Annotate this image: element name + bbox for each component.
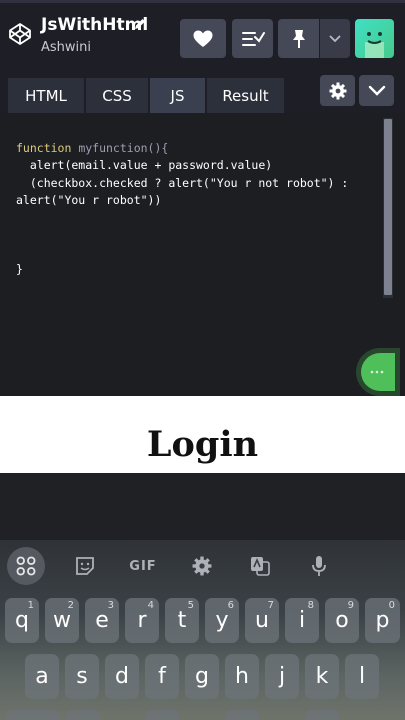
- key-s[interactable]: s: [65, 654, 99, 699]
- key-t[interactable]: t5: [165, 598, 199, 643]
- microphone-icon: [312, 556, 326, 576]
- chevron-down-icon: [368, 85, 385, 96]
- gear-icon: [329, 82, 346, 99]
- floating-menu-button[interactable]: [361, 353, 395, 391]
- sticker-button[interactable]: [66, 547, 104, 585]
- tab-js[interactable]: JS: [150, 78, 206, 113]
- key-k[interactable]: k: [305, 654, 339, 699]
- code-line: alert("You r robot")): [16, 192, 162, 207]
- sticker-icon: [76, 557, 94, 575]
- chevron-down-icon: [329, 34, 341, 42]
- login-heading: Login: [146, 424, 259, 465]
- pencil-icon[interactable]: [133, 17, 147, 31]
- heart-icon: [193, 30, 213, 47]
- key-c[interactable]: [145, 710, 179, 720]
- translate-button[interactable]: [241, 547, 279, 585]
- key-q[interactable]: q1: [5, 598, 39, 643]
- like-button[interactable]: [180, 19, 226, 58]
- code-content[interactable]: function myfunction(){ alert(email.value…: [16, 140, 348, 278]
- code-line: function myfunction(){: [16, 141, 169, 155]
- key-g[interactable]: g: [185, 654, 219, 699]
- key-y[interactable]: y6: [205, 598, 239, 643]
- pin-icon: [292, 29, 305, 48]
- tab-css[interactable]: CSS: [86, 78, 149, 113]
- onscreen-keyboard: GIF q1 w2 e3 r4 t5 y 6 u 7 i 8 o 9 p 0 a…: [0, 540, 405, 720]
- pin-button[interactable]: [278, 19, 319, 58]
- key-e[interactable]: e3: [85, 598, 119, 643]
- key-shift[interactable]: [5, 710, 60, 720]
- key-b[interactable]: [225, 710, 259, 720]
- editor-scrollbar-thumb[interactable]: [384, 119, 392, 295]
- keyboard-settings-button[interactable]: [183, 547, 221, 585]
- avatar[interactable]: [355, 19, 394, 58]
- keyboard-apps-button[interactable]: [7, 547, 45, 585]
- key-d[interactable]: d: [105, 654, 139, 699]
- settings-button[interactable]: [320, 75, 355, 106]
- key-l[interactable]: l: [345, 654, 379, 699]
- header-top-border: [0, 0, 405, 3]
- gif-button[interactable]: GIF: [124, 547, 162, 585]
- editor-menu-button[interactable]: [359, 75, 394, 106]
- key-i[interactable]: i8: [285, 598, 319, 643]
- key-f[interactable]: f: [145, 654, 179, 699]
- add-to-collection-button[interactable]: [232, 19, 273, 58]
- key-w[interactable]: w2: [45, 598, 79, 643]
- key-o[interactable]: o9: [325, 598, 359, 643]
- code-line: }: [16, 262, 23, 277]
- code-line: alert(email.value + password.value): [16, 158, 273, 173]
- tab-result[interactable]: Result: [207, 78, 285, 113]
- editor-header: JsWithHtml Ashwini: [0, 0, 405, 75]
- apps-grid-icon: [16, 556, 36, 576]
- key-z[interactable]: [66, 710, 100, 720]
- gear-icon: [192, 556, 212, 576]
- more-dots-icon: [370, 370, 384, 374]
- collection-icon: [241, 31, 265, 46]
- voice-input-button[interactable]: [300, 547, 338, 585]
- preview-background: [0, 473, 405, 540]
- pin-options-button[interactable]: [320, 19, 350, 58]
- key-r[interactable]: r4: [125, 598, 159, 643]
- key-p[interactable]: p0: [365, 598, 400, 643]
- key-u[interactable]: u7: [245, 598, 279, 643]
- codepen-logo-icon[interactable]: [8, 22, 32, 46]
- gif-label: GIF: [129, 558, 157, 574]
- pen-author[interactable]: Ashwini: [41, 40, 91, 55]
- key-h[interactable]: h: [225, 654, 259, 699]
- js-code-editor[interactable]: function myfunction(){ alert(email.value…: [0, 113, 405, 396]
- key-m[interactable]: [305, 710, 339, 720]
- code-line: (checkbox.checked ? alert("You r not rob…: [16, 175, 349, 190]
- translate-icon: [251, 557, 270, 576]
- key-a[interactable]: a: [25, 654, 59, 699]
- key-j[interactable]: j: [265, 654, 299, 699]
- tab-html[interactable]: HTML: [8, 78, 85, 113]
- result-preview[interactable]: Login: [0, 396, 405, 473]
